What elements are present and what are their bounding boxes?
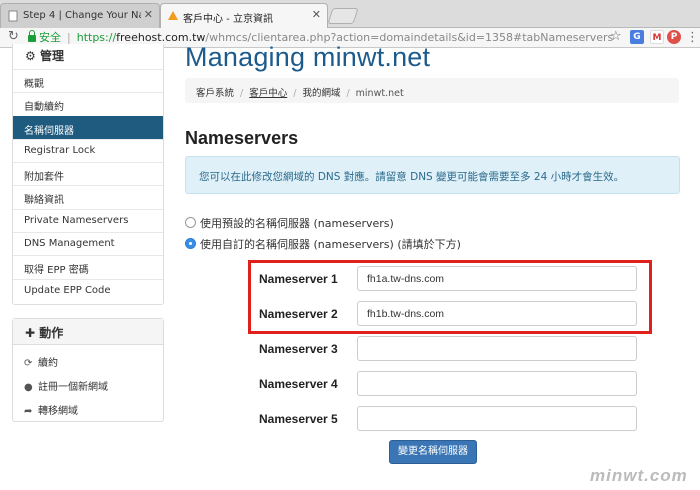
plus-icon: ✚: [25, 326, 36, 340]
sidebar-item-overview[interactable]: 概觀: [13, 69, 163, 92]
breadcrumb: 客戶系統 / 客戶中心 / 我的網域 / minwt.net: [185, 78, 679, 103]
radio-button[interactable]: [185, 217, 196, 228]
sidebar-manage-panel: ⚙ 管理 概觀 自動續約 名稱伺服器 Registrar Lock 附加套件 聯…: [12, 44, 164, 305]
refresh-icon: ⟳: [24, 358, 33, 369]
share-icon: ➦: [24, 406, 33, 417]
nameserver-4-input[interactable]: [357, 371, 637, 396]
reload-icon[interactable]: ↻: [8, 30, 19, 44]
close-icon[interactable]: ✕: [312, 8, 321, 21]
watermark: minwt.com: [590, 466, 688, 485]
close-icon[interactable]: ✕: [144, 8, 153, 21]
tab-title: 客戶中心 - 立京資訊: [183, 14, 273, 25]
gear-icon: ⚙: [25, 49, 36, 63]
bookmark-star-icon[interactable]: ☆: [610, 29, 622, 44]
tab-title: Step 4 | Change Your Namese: [23, 10, 141, 21]
action-transfer-domain[interactable]: ➦ 轉移網域: [13, 397, 163, 419]
google-extension-icon[interactable]: G: [630, 30, 644, 44]
url-scheme: https://: [76, 31, 117, 44]
action-renew-label: 續約: [38, 358, 58, 369]
action-renew[interactable]: ⟳ 續約: [13, 349, 163, 371]
new-tab-button[interactable]: [327, 8, 359, 24]
radio-button-checked[interactable]: [185, 238, 196, 249]
page-title: Managing minwt.net: [185, 42, 431, 72]
browser-tab-client-center[interactable]: 客戶中心 - 立京資訊 ✕: [160, 3, 328, 28]
gmail-extension-icon[interactable]: M: [650, 30, 664, 44]
action-transfer-label: 轉移網域: [38, 406, 78, 417]
nameserver-3-input[interactable]: [357, 336, 637, 361]
action-register-label: 註冊一個新網域: [38, 382, 108, 393]
lock-icon: [28, 30, 36, 42]
nameserver-5-input[interactable]: [357, 406, 637, 431]
sidebar-item-addons[interactable]: 附加套件: [13, 162, 163, 185]
info-alert: 您可以在此修改您網域的 DNS 對應。請留意 DNS 變更可能會需要至多 24 …: [185, 156, 680, 194]
address-separator: |: [67, 31, 71, 44]
nameserver-1-input[interactable]: [357, 266, 637, 291]
radio-custom-nameservers[interactable]: 使用自訂的名稱伺服器 (nameservers) (請填於下方): [185, 236, 461, 252]
actions-heading-label: 動作: [39, 326, 64, 340]
browser-tab-step4[interactable]: Step 4 | Change Your Namese ✕: [0, 3, 160, 28]
sidebar-item-private-nameservers[interactable]: Private Nameservers: [13, 209, 163, 232]
nameserver-3-label: Nameserver 3: [259, 342, 338, 356]
section-title: Nameservers: [185, 128, 299, 148]
document-icon: [8, 10, 18, 22]
breadcrumb-divider: /: [346, 88, 350, 99]
secure-label: 安全: [39, 31, 61, 44]
change-nameservers-button[interactable]: 變更名稱伺服器: [389, 440, 477, 464]
sidebar-actions-panel: ✚ 動作 ⟳ 續約 ● 註冊一個新網域 ➦ 轉移網域: [12, 318, 164, 422]
radio-default-label: 使用預設的名稱伺服器 (nameservers): [200, 217, 394, 230]
actions-heading: ✚ 動作: [13, 319, 163, 345]
nameserver-4-label: Nameserver 4: [259, 377, 338, 391]
breadcrumb-divider: /: [240, 88, 244, 99]
nameserver-5-label: Nameserver 5: [259, 412, 338, 426]
radio-default-nameservers[interactable]: 使用預設的名稱伺服器 (nameservers): [185, 215, 394, 231]
sidebar-item-registrar-lock[interactable]: Registrar Lock: [13, 139, 163, 162]
action-register-domain[interactable]: ● 註冊一個新網域: [13, 373, 163, 395]
sidebar-item-nameservers[interactable]: 名稱伺服器: [13, 116, 163, 139]
site-favicon-icon: [168, 11, 178, 20]
radio-custom-label: 使用自訂的名稱伺服器 (nameservers) (請填於下方): [200, 238, 461, 251]
breadcrumb-divider: /: [293, 88, 297, 99]
sidebar-item-auto-renew[interactable]: 自動續約: [13, 92, 163, 115]
breadcrumb-my-domains[interactable]: 我的網域: [302, 88, 340, 99]
manage-heading-label: 管理: [39, 49, 64, 63]
sidebar-item-dns-management[interactable]: DNS Management: [13, 232, 163, 255]
globe-icon: ●: [24, 382, 33, 393]
browser-tab-bar: Step 4 | Change Your Namese ✕ 客戶中心 - 立京資…: [0, 0, 700, 28]
nameserver-2-label: Nameserver 2: [259, 307, 338, 321]
manage-heading: ⚙ 管理: [13, 44, 163, 66]
nameserver-1-label: Nameserver 1: [259, 272, 338, 286]
pinterest-extension-icon[interactable]: P: [667, 30, 681, 44]
nameserver-2-input[interactable]: [357, 301, 637, 326]
breadcrumb-current: minwt.net: [355, 88, 404, 99]
sidebar-item-update-epp[interactable]: Update EPP Code: [13, 279, 163, 302]
breadcrumb-client-center[interactable]: 客戶中心: [249, 88, 287, 99]
browser-menu-icon[interactable]: ⋮: [686, 30, 699, 45]
breadcrumb-client-system[interactable]: 客戶系統: [196, 88, 234, 99]
sidebar-item-contacts[interactable]: 聯絡資訊: [13, 185, 163, 208]
sidebar-item-get-epp[interactable]: 取得 EPP 密碼: [13, 255, 163, 278]
